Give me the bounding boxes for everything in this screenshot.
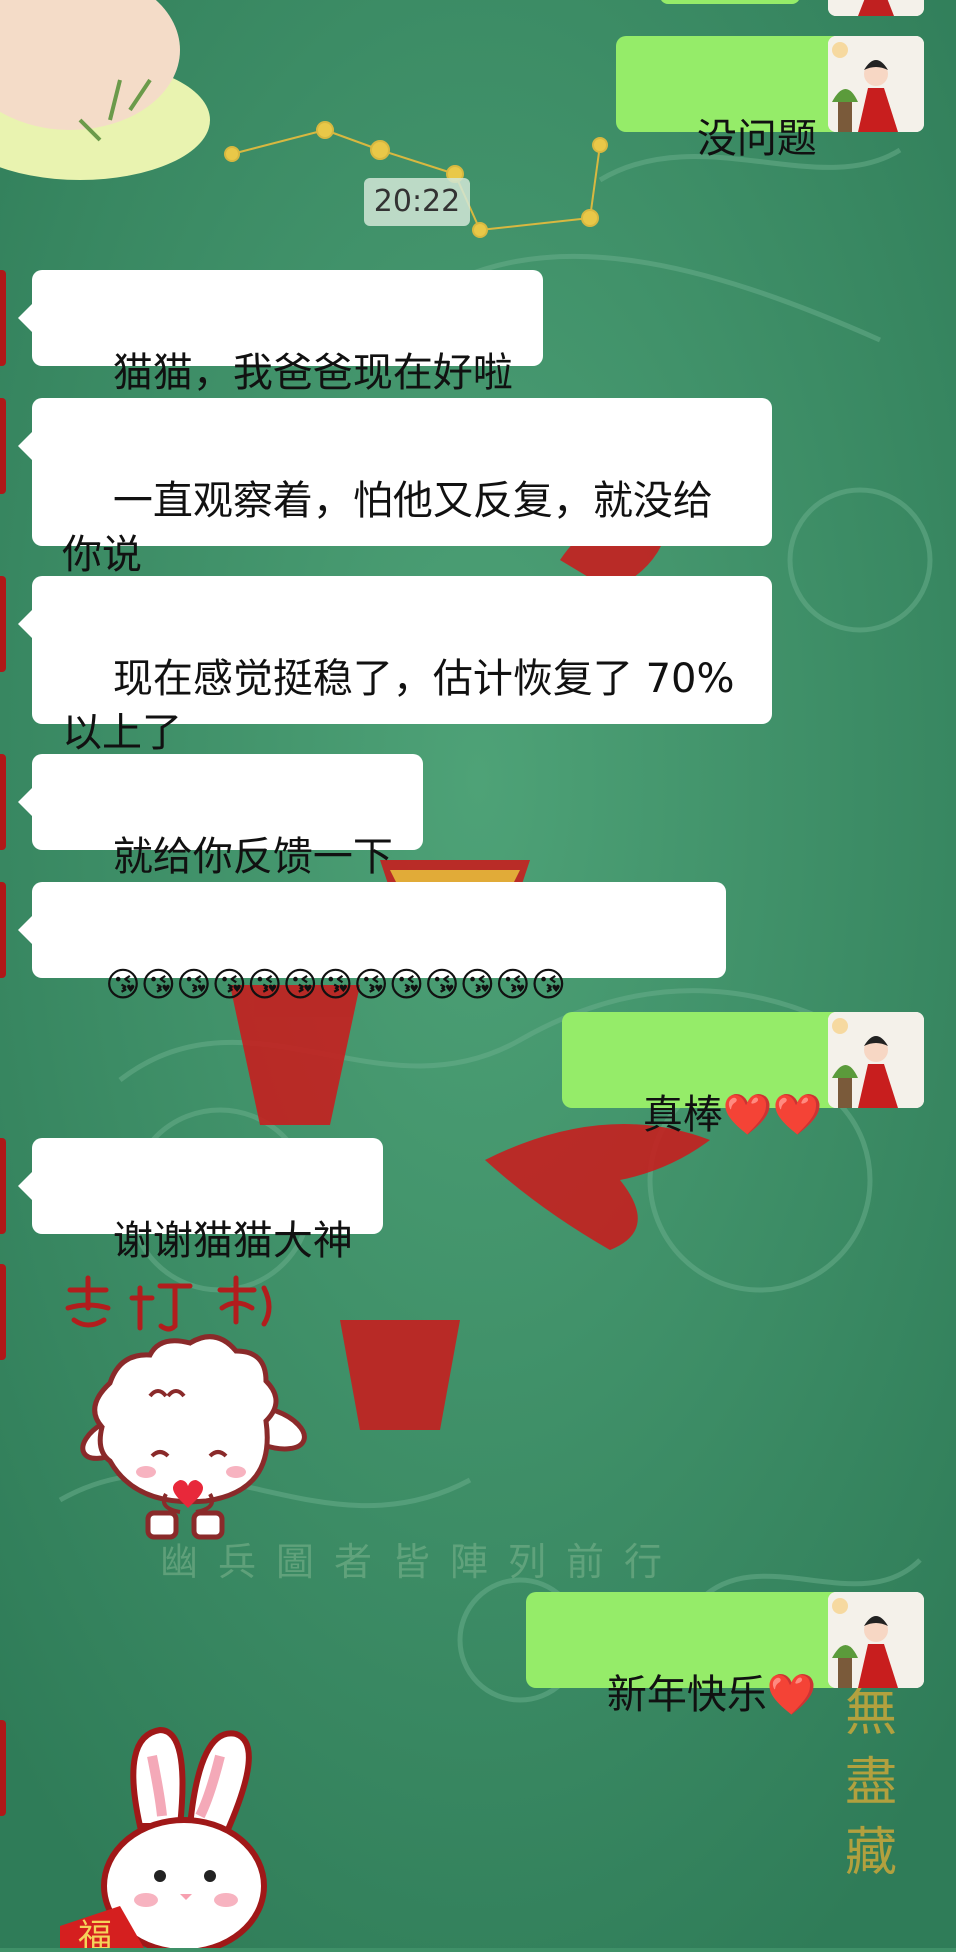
rabbit-fu-sticker-icon: 福 (60, 1726, 267, 1952)
avatar-woman-red-robe-icon (828, 1012, 924, 1108)
message-text: 没问题 (696, 116, 817, 162)
outgoing-message[interactable]: 没问题 (616, 36, 861, 162)
heart-emoji-icon: ❤️❤️ (722, 1092, 823, 1138)
contact-avatar-edge[interactable] (0, 882, 6, 978)
incoming-message[interactable]: 一直观察着，怕他又反复，就没给你说 (18, 398, 772, 578)
contact-avatar-edge[interactable] (0, 1720, 6, 1816)
message-text: 猫猫，我爸爸现在好啦 (112, 350, 513, 396)
chat-message-list[interactable]: 没问题 20:22 猫猫，我爸爸现在好啦 一直观察着，怕他又反复，就没给你说 现… (0, 0, 956, 1952)
incoming-message[interactable]: 谢谢猫猫大神 (18, 1138, 383, 1264)
message-text: 谢谢猫猫大神 (112, 1218, 353, 1264)
avatar-woman-red-robe-icon (828, 1592, 924, 1688)
self-avatar[interactable] (828, 36, 924, 132)
sticker-fu-label: 福 (78, 1917, 112, 1948)
outgoing-message[interactable]: 新年快乐❤️ (526, 1592, 861, 1718)
contact-avatar-edge[interactable] (0, 576, 6, 672)
message-text: 真棒 (642, 1092, 723, 1138)
incoming-message[interactable]: 猫猫，我爸爸现在好啦 (18, 270, 543, 396)
message-text: 一直观察着，怕他又反复，就没给你说 (62, 478, 713, 578)
contact-avatar-edge[interactable] (0, 754, 6, 850)
incoming-emoji-message[interactable]: 😘😘😘😘😘😘😘😘😘😘😘😘😘 (18, 882, 726, 1005)
contact-avatar-edge[interactable] (0, 270, 6, 366)
sheep-heart-sticker-icon (65, 1275, 307, 1540)
message-text: 😘😘😘😘😘😘😘😘😘😘😘😘😘 (105, 965, 567, 1005)
incoming-message[interactable]: 现在感觉挺稳了，估计恢复了 70% 以上了 (18, 576, 772, 756)
sheep-heart-sticker[interactable] (40, 1268, 330, 1558)
self-avatar-partial[interactable] (828, 0, 924, 16)
contact-avatar-edge[interactable] (0, 398, 6, 494)
outgoing-bubble-partial (660, 0, 800, 4)
self-avatar[interactable] (828, 1592, 924, 1688)
outgoing-message[interactable]: 真棒❤️❤️ (562, 1012, 867, 1138)
message-text: 新年快乐 (606, 1672, 767, 1718)
heart-emoji-icon: ❤️ (766, 1672, 817, 1718)
incoming-message[interactable]: 就给你反馈一下 (18, 754, 423, 880)
timestamp: 20:22 (364, 178, 470, 226)
avatar-woman-red-robe-icon (828, 36, 924, 132)
contact-avatar-edge[interactable] (0, 1264, 6, 1360)
message-text: 就给你反馈一下 (112, 834, 393, 880)
message-text: 现在感觉挺稳了，估计恢复了 70% 以上了 (62, 656, 748, 756)
self-avatar[interactable] (828, 1012, 924, 1108)
contact-avatar-edge[interactable] (0, 1138, 6, 1234)
rabbit-fu-sticker[interactable]: 福 (60, 1716, 320, 1952)
